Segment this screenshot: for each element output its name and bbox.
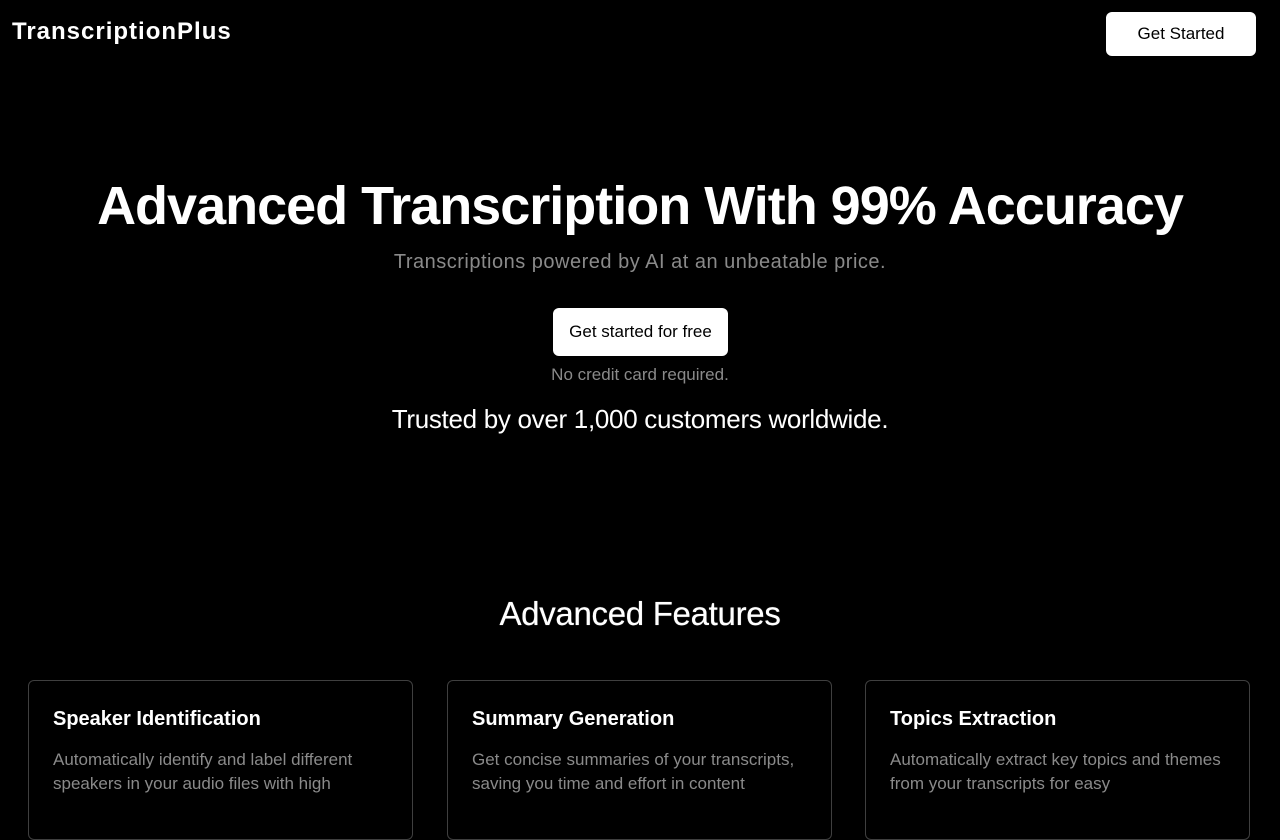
no-credit-card-note: No credit card required. xyxy=(551,365,729,384)
hero-title: Advanced Transcription With 99% Accuracy xyxy=(97,176,1184,236)
feature-card-description: Get concise summaries of your transcript… xyxy=(472,750,795,793)
feature-card-topics-extraction: Topics Extraction Automatically extract … xyxy=(865,680,1250,840)
feature-card-description: Automatically identify and label differe… xyxy=(53,750,353,793)
get-started-free-button[interactable]: Get started for free xyxy=(553,308,728,356)
feature-card-description: Automatically extract key topics and the… xyxy=(890,750,1221,793)
hero-subtitle: Transcriptions powered by AI at an unbea… xyxy=(393,251,887,273)
feature-card-title: Speaker Identification xyxy=(53,708,261,730)
feature-card-summary-generation: Summary Generation Get concise summaries… xyxy=(447,680,832,840)
site-header: TranscriptionPlus Get Started xyxy=(0,0,1280,66)
feature-card-title: Summary Generation xyxy=(472,708,675,730)
feature-card-title: Topics Extraction xyxy=(890,708,1057,730)
trust-statement: Trusted by over 1,000 customers worldwid… xyxy=(391,404,889,434)
brand-logo[interactable]: TranscriptionPlus xyxy=(12,17,232,47)
features-title: Advanced Features xyxy=(499,595,781,632)
feature-card-speaker-identification: Speaker Identification Automatically ide… xyxy=(28,680,413,840)
get-started-button[interactable]: Get Started xyxy=(1106,12,1256,56)
